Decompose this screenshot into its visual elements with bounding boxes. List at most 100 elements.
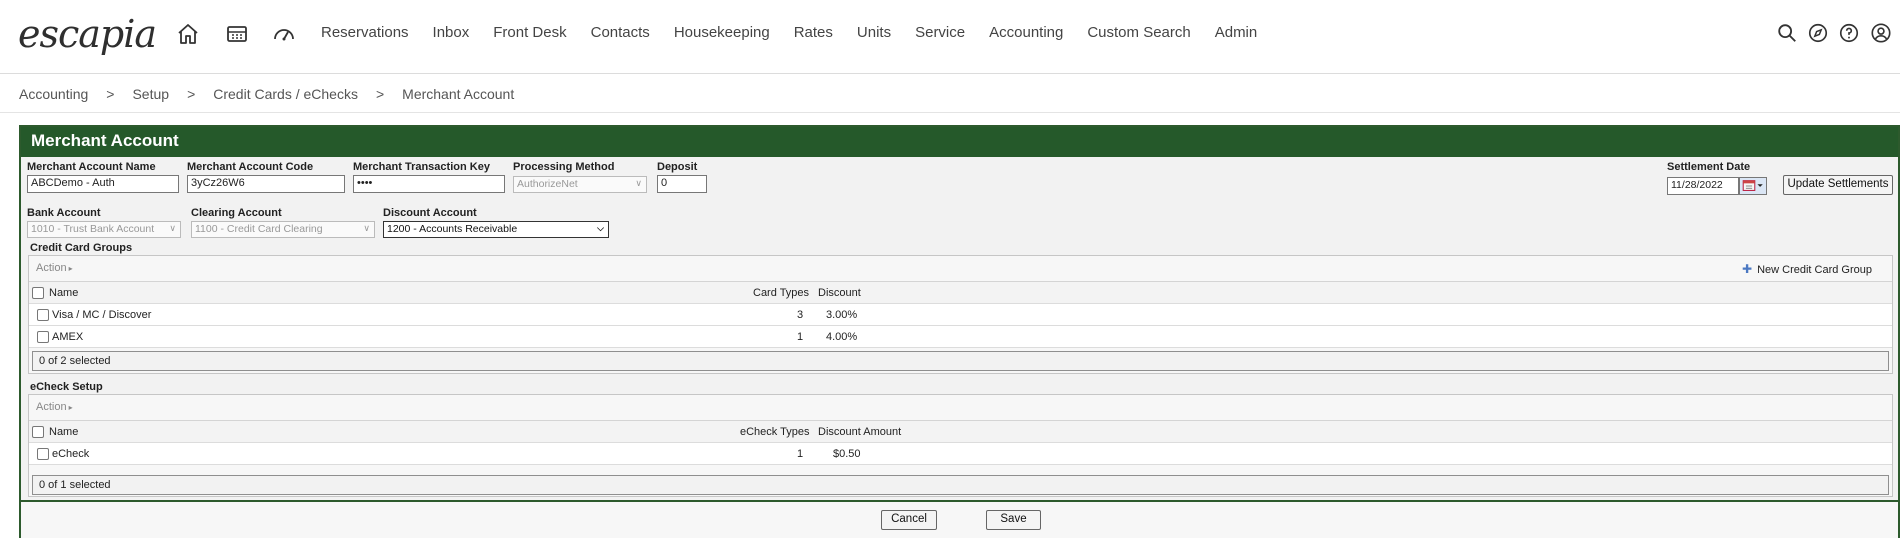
triangle-right-icon: ▸ (68, 264, 73, 273)
nav-units[interactable]: Units (857, 24, 891, 41)
panel-title: Merchant Account (21, 127, 1898, 157)
clearing-account-label: Clearing Account (191, 207, 282, 219)
nav-inbox[interactable]: Inbox (433, 24, 470, 41)
table-header-row: Name eCheck Types Discount Amount (29, 421, 1892, 443)
discount-value: 3.00% (826, 309, 858, 321)
nav-admin[interactable]: Admin (1215, 24, 1258, 41)
update-settlements-button[interactable]: Update Settlements (1783, 175, 1893, 195)
discount-account-select[interactable]: 1200 - Accounts Receivable ⌵ (383, 221, 609, 238)
triangle-right-icon: ▸ (68, 403, 73, 412)
discount-account-label: Discount Account (383, 207, 477, 219)
calendar-picker-button[interactable] (1739, 177, 1767, 195)
bank-account-label: Bank Account (27, 207, 101, 219)
main-menu: Reservations Inbox Front Desk Contacts H… (321, 24, 1281, 41)
nav-reservations[interactable]: Reservations (321, 24, 409, 41)
group-name[interactable]: Visa / MC / Discover (52, 309, 151, 321)
nav-front-desk[interactable]: Front Desk (493, 24, 566, 41)
nav-rates[interactable]: Rates (794, 24, 833, 41)
grid-toolbar: Action ▸ ✚ New Credit Card Group (29, 256, 1892, 282)
select-all-checkbox[interactable] (32, 287, 44, 299)
action-menu[interactable]: Action ▸ (36, 401, 73, 413)
logo-text: escapia (18, 12, 157, 56)
user-account-icon[interactable] (1870, 22, 1892, 44)
nav-accounting[interactable]: Accounting (989, 24, 1063, 41)
discount-account-value: 1200 - Accounts Receivable (387, 223, 518, 235)
echeck-setup-title: eCheck Setup (30, 381, 103, 393)
discount-amount-value: $0.50 (833, 448, 861, 460)
clearing-account-value: 1100 - Credit Card Clearing (195, 223, 323, 235)
crumb-setup[interactable]: Setup (132, 86, 169, 102)
settlement-date-label: Settlement Date (1667, 161, 1751, 173)
column-header-name[interactable]: Name (49, 426, 78, 438)
processing-method-select: AuthorizeNet ∨ (513, 176, 647, 193)
echeck-name[interactable]: eCheck (52, 448, 89, 460)
dashboard-gauge-icon[interactable] (272, 22, 296, 46)
home-icon[interactable] (176, 22, 200, 46)
select-all-checkbox[interactable] (32, 426, 44, 438)
bank-account-select: 1010 - Trust Bank Account ∨ (27, 221, 181, 238)
column-header-name[interactable]: Name (49, 287, 78, 299)
chevron-down-icon: ⌵ (597, 223, 604, 233)
table-row[interactable]: eCheck 1 $0.50 (29, 443, 1892, 465)
grid-toolbar: Action ▸ (29, 395, 1892, 421)
bank-account-value: 1010 - Trust Bank Account (31, 223, 155, 235)
save-button[interactable]: Save (986, 510, 1041, 530)
cancel-button[interactable]: Cancel (881, 510, 937, 530)
nav-housekeeping[interactable]: Housekeeping (674, 24, 770, 41)
column-header-card-types[interactable]: Card Types (753, 287, 809, 299)
merchant-account-name-label: Merchant Account Name (27, 161, 156, 173)
clearing-account-select: 1100 - Credit Card Clearing ∨ (191, 221, 375, 238)
row-checkbox[interactable] (37, 309, 49, 321)
table-row[interactable]: AMEX 1 4.00% (29, 326, 1892, 348)
top-navigation: escapia Reservations Inbox Front Desk Co… (0, 0, 1900, 70)
nav-service[interactable]: Service (915, 24, 965, 41)
deposit-input[interactable]: 0 (657, 175, 707, 193)
nav-contacts[interactable]: Contacts (591, 24, 650, 41)
column-header-echeck-types[interactable]: eCheck Types (740, 426, 810, 438)
crumb-credit-cards[interactable]: Credit Cards / eChecks (213, 86, 358, 102)
settlement-date-input[interactable]: 11/28/2022 (1667, 177, 1739, 195)
row-checkbox[interactable] (37, 448, 49, 460)
breadcrumb: Accounting > Setup > Credit Cards / eChe… (19, 84, 514, 104)
group-name[interactable]: AMEX (52, 331, 83, 343)
chevron-right-icon: > (106, 86, 115, 102)
column-header-discount-amount[interactable]: Discount Amount (818, 426, 901, 438)
row-checkbox[interactable] (37, 331, 49, 343)
selection-count: 0 of 1 selected (32, 475, 1889, 495)
merchant-transaction-key-input[interactable]: •••• (353, 175, 505, 193)
table-row[interactable]: Visa / MC / Discover 3 3.00% (29, 304, 1892, 326)
discount-value: 4.00% (826, 331, 858, 343)
plus-icon: ✚ (1742, 262, 1753, 276)
merchant-account-panel: Merchant Account Merchant Account Name M… (19, 125, 1900, 538)
action-menu[interactable]: Action ▸ (36, 262, 73, 274)
card-types-count: 1 (797, 331, 804, 343)
new-credit-card-group-label: New Credit Card Group (1757, 264, 1872, 276)
compass-icon[interactable] (1807, 22, 1829, 44)
chevron-right-icon: > (187, 86, 196, 102)
escapia-logo[interactable]: escapia (18, 12, 157, 56)
deposit-label: Deposit (657, 161, 698, 173)
card-types-count: 3 (797, 309, 804, 321)
merchant-account-code-input[interactable]: 3yCz26W6 (187, 175, 345, 193)
merchant-account-name-input[interactable]: ABCDemo - Auth (27, 175, 179, 193)
chevron-right-icon: > (375, 86, 385, 102)
chevron-down-icon: ∨ (363, 223, 370, 233)
help-icon[interactable] (1838, 22, 1860, 44)
column-header-discount[interactable]: Discount (818, 287, 861, 299)
panel-footer: Cancel Save (21, 502, 1898, 538)
echeck-types-count: 1 (797, 448, 804, 460)
table-header-row: Name Card Types Discount (29, 282, 1892, 304)
merchant-account-code-label: Merchant Account Code (187, 161, 314, 173)
calendar-grid-icon[interactable] (225, 22, 249, 46)
processing-method-label: Processing Method (513, 161, 615, 173)
crumb-accounting[interactable]: Accounting (19, 86, 88, 102)
nav-divider (0, 73, 1900, 74)
nav-custom-search[interactable]: Custom Search (1087, 24, 1190, 41)
new-credit-card-group-button[interactable]: ✚ New Credit Card Group (1742, 262, 1872, 276)
search-icon[interactable] (1776, 22, 1798, 44)
selection-count: 0 of 2 selected (32, 351, 1889, 371)
crumb-merchant-account: Merchant Account (402, 86, 515, 102)
chevron-down-icon: ∨ (169, 223, 176, 233)
breadcrumb-divider (0, 112, 1900, 113)
calendar-icon (1742, 180, 1763, 191)
